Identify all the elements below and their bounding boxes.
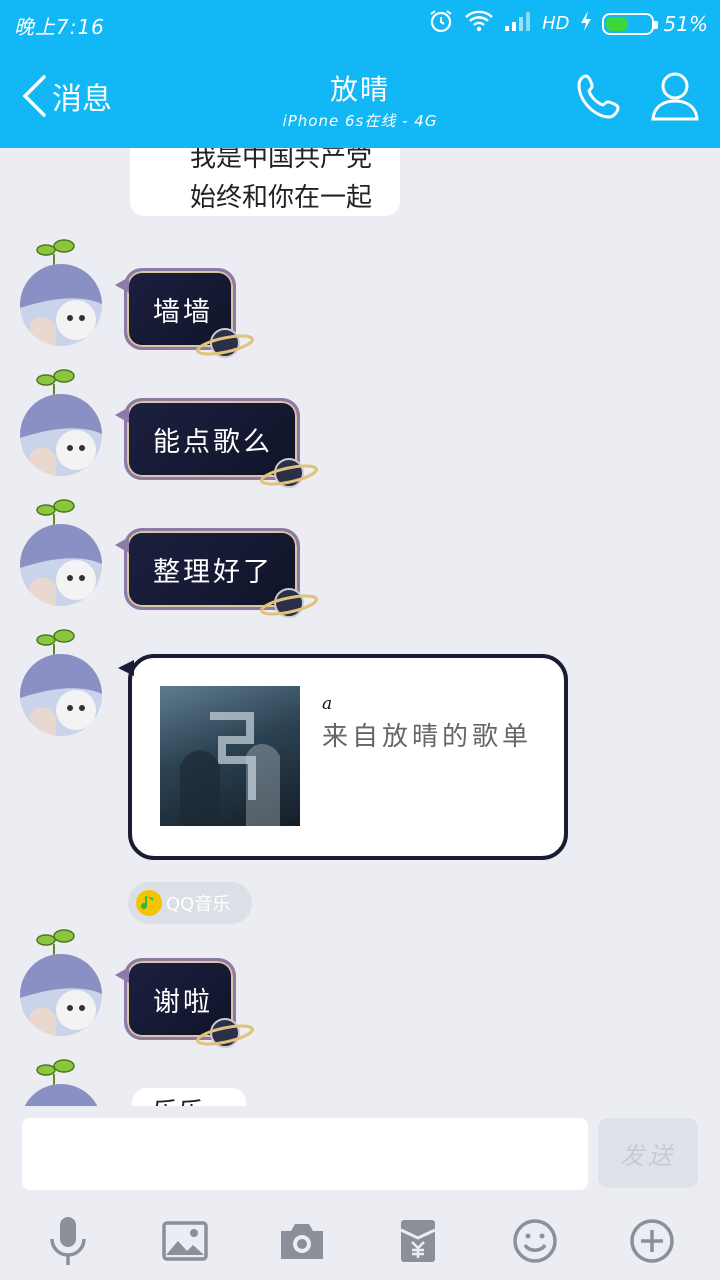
music-source-badge[interactable]: QQ音乐 (128, 882, 252, 924)
image-icon (162, 1221, 208, 1261)
emoji-icon (513, 1219, 557, 1263)
battery-percent: 51% (663, 11, 708, 36)
charging-icon (580, 10, 592, 37)
avatar[interactable] (20, 654, 102, 736)
red-packet-icon (400, 1220, 436, 1262)
more-button[interactable] (620, 1209, 684, 1273)
planet-icon (260, 588, 318, 618)
message-text: 乐乐 (152, 1098, 204, 1106)
bottom-toolbar (0, 1202, 720, 1280)
message-bubble[interactable]: 整理好了 (115, 528, 318, 618)
avatar[interactable] (20, 264, 102, 346)
song-subtitle: 来自放晴的歌单 (322, 722, 533, 752)
top-bar: 晚上7:16 HD 51% 消息 放晴 iPhone 6s在线 - 4G (0, 0, 720, 148)
camera-button[interactable] (270, 1209, 334, 1273)
phone-button[interactable] (574, 72, 624, 126)
music-share-card[interactable]: a 来自放晴的歌单 (118, 654, 568, 860)
network-label: HD (542, 13, 570, 34)
send-button[interactable]: 发送 (598, 1118, 698, 1188)
music-source-label: QQ音乐 (166, 894, 231, 915)
red-packet-button[interactable] (386, 1209, 450, 1273)
status-time: 晚上7:16 (14, 15, 105, 39)
message-text: 能点歌么 (153, 426, 273, 458)
avatar[interactable] (20, 1084, 102, 1106)
emoji-button[interactable] (503, 1209, 567, 1273)
battery-fill (605, 16, 628, 31)
chat-area[interactable]: 我是中国共产党 始终和你在一起 墙墙 能点歌么 整理好了 a 来自放晴的歌单 Q… (0, 148, 720, 1106)
song-title: a (322, 694, 333, 714)
avatar[interactable] (20, 394, 102, 476)
message-bubble[interactable]: 墙墙 (115, 268, 254, 358)
qq-music-icon (136, 890, 162, 916)
message-input[interactable] (22, 1118, 588, 1190)
image-button[interactable] (153, 1209, 217, 1273)
nav-bar: 消息 放晴 iPhone 6s在线 - 4G (0, 46, 720, 148)
planet-icon (196, 328, 254, 358)
message-text: 我是中国共产党 始终和你在一起 (190, 148, 373, 213)
status-bar: 晚上7:16 HD 51% (0, 0, 720, 46)
camera-icon (280, 1224, 323, 1259)
message-bubble[interactable]: 能点歌么 (115, 398, 318, 488)
avatar[interactable] (20, 524, 102, 606)
planet-icon (260, 458, 318, 488)
message-bubble-partial[interactable]: 我是中国共产党 始终和你在一起 (130, 148, 400, 216)
microphone-icon (50, 1217, 87, 1265)
profile-icon (651, 72, 699, 121)
message-text: 整理好了 (153, 556, 273, 588)
voice-button[interactable] (36, 1209, 100, 1273)
message-bubble-partial[interactable]: 乐乐 (132, 1088, 246, 1106)
alarm-icon (428, 8, 454, 39)
battery-icon (601, 12, 658, 35)
input-bar: 发送 (0, 1106, 720, 1202)
plus-icon (629, 1219, 674, 1263)
message-bubble[interactable]: 谢啦 (115, 958, 254, 1048)
wifi-icon (464, 9, 494, 38)
avatar[interactable] (20, 954, 102, 1036)
phone-icon (577, 74, 620, 119)
album-cover (160, 686, 300, 826)
planet-icon (196, 1018, 254, 1048)
profile-button[interactable] (650, 70, 700, 126)
signal-icon (504, 10, 532, 37)
